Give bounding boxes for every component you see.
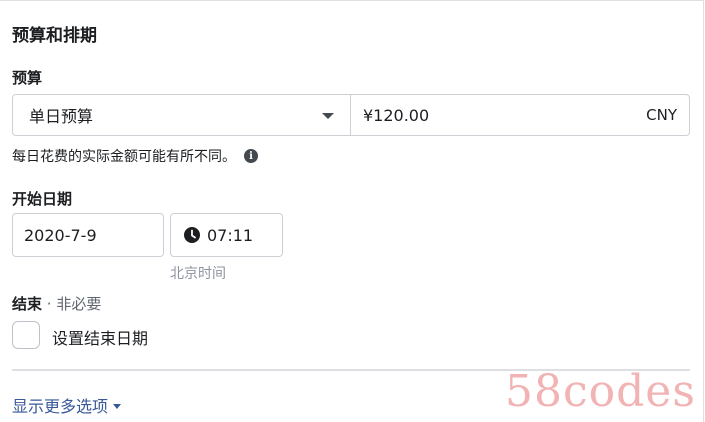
budget-amount-field[interactable]: CNY [351,95,689,135]
end-label-row: 结束 · 非必要 [12,293,101,314]
show-more-options-link[interactable]: 显示更多选项 [12,393,122,417]
watermark: 58codes [505,366,696,417]
currency-label: CNY [646,106,677,124]
clock-icon [184,227,200,243]
caret-down-icon [113,403,122,409]
start-date-input[interactable]: 2020-7-9 [12,213,164,257]
timezone-label: 北京时间 [170,266,226,282]
optional-label: · 非必要 [42,295,102,313]
set-end-date-label[interactable]: 设置结束日期 [52,325,148,349]
budget-type-value: 单日预算 [29,107,94,126]
start-time-input[interactable]: 07:11 [170,213,283,257]
budget-amount-input[interactable] [363,105,563,125]
budget-row: 单日预算 CNY [12,94,690,136]
caret-down-icon [322,113,334,119]
start-date-label: 开始日期 [12,190,73,208]
start-time-value: 07:11 [207,225,254,245]
info-icon[interactable]: i [244,149,258,163]
budget-label: 预算 [12,69,43,87]
budget-note-text: 每日花费的实际金额可能有所不同。 [12,149,236,165]
budget-note: 每日花费的实际金额可能有所不同。 i [12,146,258,166]
budget-schedule-card: 预算和排期 预算 单日预算 CNY 每日花费的实际金额可能有所不同。 i 开始日… [0,0,704,422]
set-end-date-checkbox[interactable] [12,321,40,349]
end-label: 结束 [12,295,43,313]
start-date-value: 2020-7-9 [24,225,97,245]
show-more-options-label: 显示更多选项 [12,397,109,416]
section-title: 预算和排期 [12,26,97,46]
budget-type-dropdown[interactable]: 单日预算 [13,95,351,135]
